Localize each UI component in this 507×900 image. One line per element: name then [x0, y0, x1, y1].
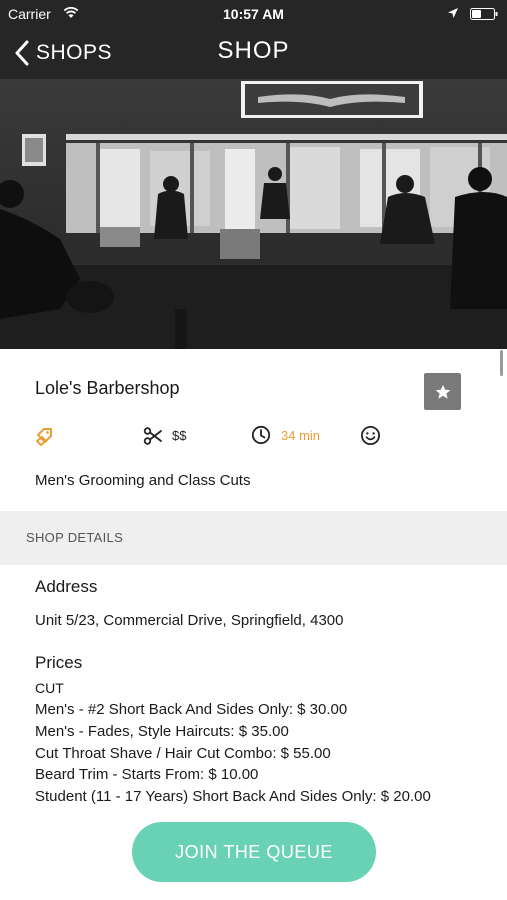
address-heading: Address [35, 577, 98, 596]
smiley-icon [360, 425, 381, 446]
wait-time: 34 min [281, 428, 321, 443]
scissors-icon [143, 427, 162, 445]
navigation-bar: SHOPS SHOP [0, 28, 507, 79]
address-text: Unit 5/23, Commercial Drive, Springfield… [35, 612, 344, 629]
favorite-button[interactable] [424, 373, 461, 410]
price-item: Cut Throat Shave / Hair Cut Combo: $ 55.… [35, 744, 331, 762]
price-item: Beard Trim - Starts From: $ 10.00 [35, 766, 259, 784]
star-icon [435, 384, 450, 399]
price-list: Men's - #2 Short Back And Sides Only: $ … [35, 699, 431, 808]
price-item: Men's - Fades, Style Haircuts: $ 35.00 [35, 722, 289, 740]
price-category-label: CUT [35, 680, 64, 696]
prices-heading: Prices [35, 653, 83, 672]
battery-icon [470, 8, 498, 20]
price-level: $$ [172, 428, 187, 443]
shop-hero-photo [0, 79, 507, 349]
price-item: Men's - #2 Short Back And Sides Only: $ … [35, 701, 348, 718]
shop-meta-row: $$ 34 min [0, 424, 507, 448]
page-title: SHOP [217, 37, 290, 64]
clock-icon [251, 425, 271, 445]
section-header-shop-details: SHOP DETAILS [0, 511, 507, 565]
status-time: 10:57 AM [223, 6, 284, 22]
section-header-label: SHOP DETAILS [26, 530, 124, 545]
tag-icon [36, 428, 52, 446]
app-screen: Carrier 10:57 AM SHOPS SHOP Lole's Barbe… [0, 0, 507, 900]
shop-tagline: Men's Grooming and Class Cuts [35, 472, 251, 489]
top-header: Carrier 10:57 AM SHOPS SHOP [0, 0, 507, 79]
scroll-indicator[interactable] [500, 350, 503, 376]
location-arrow-icon [448, 8, 458, 18]
join-queue-button[interactable]: JOIN THE QUEUE [132, 822, 376, 882]
shop-name: Lole's Barbershop [35, 378, 180, 398]
price-item: Student (11 - 17 Years) Short Back And S… [35, 788, 431, 806]
status-bar: Carrier 10:57 AM [0, 0, 507, 28]
